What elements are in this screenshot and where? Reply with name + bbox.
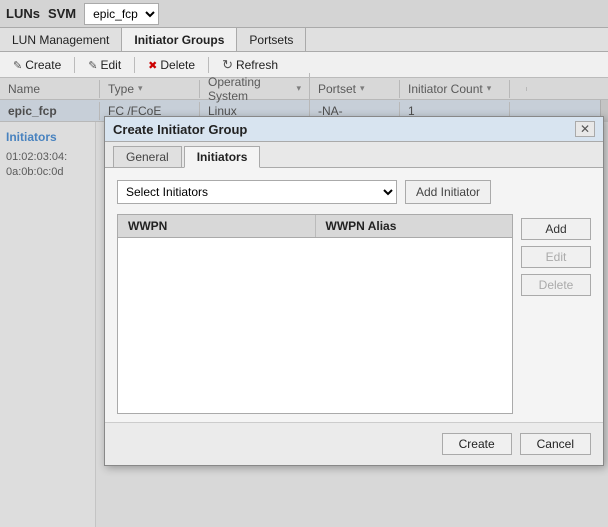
- add-initiator-button[interactable]: Add Initiator: [405, 180, 491, 204]
- col-wwpn-alias: WWPN Alias: [316, 215, 513, 237]
- main-layout: Name Type ▾ Operating System ▾ Portset ▾…: [0, 78, 608, 527]
- svm-label: SVM: [48, 6, 76, 21]
- initiators-table-header: WWPN WWPN Alias: [118, 215, 512, 238]
- select-initiators-row: Select Initiators Add Initiator: [117, 180, 591, 204]
- subtab-portsets[interactable]: Portsets: [237, 28, 306, 51]
- init-side-buttons: Add Edit Delete: [521, 214, 591, 414]
- refresh-button[interactable]: Refresh: [215, 55, 285, 75]
- toolbar-separator-3: [208, 57, 209, 73]
- select-initiators-dropdown[interactable]: Select Initiators: [117, 180, 397, 204]
- col-wwpn: WWPN: [118, 215, 316, 237]
- modal-titlebar: Create Initiator Group ✕: [105, 117, 603, 142]
- create-initiator-group-modal: Create Initiator Group ✕ General Initiat…: [104, 116, 604, 466]
- subtab-lun-management[interactable]: LUN Management: [0, 28, 122, 51]
- modal-body: Select Initiators Add Initiator WWPN WWP…: [105, 168, 603, 422]
- luns-label[interactable]: LUNs: [6, 6, 40, 21]
- top-bar: LUNs SVM epic_fcp: [0, 0, 608, 28]
- modal-overlay: Create Initiator Group ✕ General Initiat…: [0, 78, 608, 527]
- delete-button[interactable]: Delete: [141, 56, 202, 74]
- delete-row-button[interactable]: Delete: [521, 274, 591, 296]
- modal-create-button[interactable]: Create: [442, 433, 512, 455]
- edit-row-button[interactable]: Edit: [521, 246, 591, 268]
- initiators-table: WWPN WWPN Alias: [117, 214, 513, 414]
- modal-cancel-button[interactable]: Cancel: [520, 433, 591, 455]
- initiators-table-wrap: WWPN WWPN Alias Add Edit Delete: [117, 214, 591, 414]
- refresh-icon: [222, 57, 233, 73]
- create-button[interactable]: Create: [6, 56, 68, 74]
- edit-icon: [88, 58, 97, 72]
- svm-select[interactable]: epic_fcp: [84, 3, 159, 25]
- modal-tab-general[interactable]: General: [113, 146, 182, 167]
- modal-title: Create Initiator Group: [113, 122, 247, 137]
- table-area: Name Type ▾ Operating System ▾ Portset ▾…: [0, 78, 608, 527]
- subtab-initiator-groups[interactable]: Initiator Groups: [122, 28, 237, 51]
- create-icon: [13, 58, 22, 72]
- modal-close-button[interactable]: ✕: [575, 121, 595, 137]
- delete-icon: [148, 58, 157, 72]
- modal-tabs: General Initiators: [105, 142, 603, 168]
- initiators-table-body: [118, 238, 512, 408]
- sub-tabs: LUN Management Initiator Groups Portsets: [0, 28, 608, 52]
- toolbar-separator: [74, 57, 75, 73]
- modal-footer: Create Cancel: [105, 422, 603, 465]
- modal-tab-initiators[interactable]: Initiators: [184, 146, 261, 168]
- add-row-button[interactable]: Add: [521, 218, 591, 240]
- toolbar-separator-2: [134, 57, 135, 73]
- edit-button[interactable]: Edit: [81, 56, 128, 74]
